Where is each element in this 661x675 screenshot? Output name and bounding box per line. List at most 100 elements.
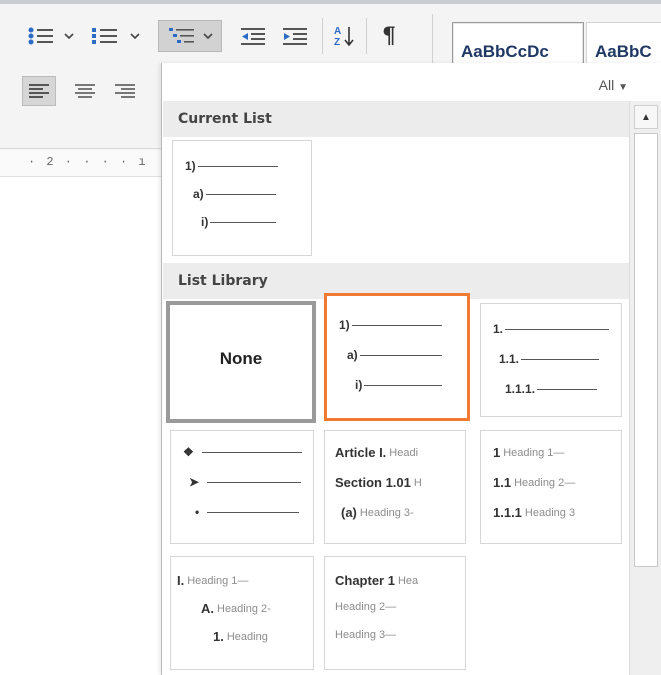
filter-label: All [598,77,615,93]
list-level-row: ➤ [189,475,302,489]
numbering-icon [92,28,117,44]
level-label: 1.1.1. [505,382,536,396]
bullets-button[interactable] [24,22,58,50]
list-tile-numbered-paren[interactable]: 1) a) i) [324,293,470,421]
chevron-down-icon [203,33,213,40]
level-heading: Heading 2- [217,602,271,615]
chevron-down-icon [64,33,74,40]
align-left-button[interactable] [22,76,56,106]
scrollbar-thumb[interactable] [634,133,658,567]
level-line [207,511,300,513]
level-label: 1.1 [493,475,512,490]
align-right-button[interactable] [108,76,142,106]
decrease-indent-button[interactable] [236,22,270,50]
list-tile-bullets[interactable]: ❖ ➤ • [170,430,314,544]
numbering-button[interactable] [88,22,122,50]
gallery-filter[interactable]: All ▼ [599,77,628,93]
ribbon-separator [322,18,323,54]
level-heading: Heading 2— [514,476,576,489]
list-level-row: 1.1 Heading 2— [493,475,575,490]
list-tile-none[interactable]: None [166,301,316,423]
list-level-row: A. Heading 2- [201,601,271,616]
level-label: 1. [213,629,224,644]
sort-icon: AZ [334,26,354,48]
section-title: List Library [178,273,268,289]
level-line [197,165,278,167]
list-level-row: (a) Heading 3- [341,505,414,520]
none-label: None [219,349,263,368]
level-heading: Heading 1— [503,446,565,459]
list-level-row: 1 Heading 1— [493,445,564,460]
increase-indent-button[interactable] [278,22,312,50]
level-label: a) [193,187,204,201]
level-line [537,388,598,390]
list-tile-current[interactable]: 1) a) i) [172,140,312,256]
level-label: i) [355,378,363,392]
arrow-bullet-icon: ➤ [189,475,200,489]
level-label: 1.1.1 [493,505,522,520]
level-line [505,328,610,330]
level-line [351,324,442,326]
level-line [521,358,600,360]
list-level-row: 1.1.1. [505,382,598,396]
list-tile-roman-heading[interactable]: I. Heading 1— A. Heading 2- 1. Heading [170,556,314,670]
svg-text:Z: Z [334,37,340,48]
level-heading: Heading 2— [335,601,397,613]
chevron-down-icon [130,33,140,40]
level-heading: Heading 3- [359,506,414,519]
section-title: Current List [178,111,272,127]
style-preview-text: AaBbCcDc [461,42,549,61]
level-heading: Heading 1— [187,574,249,587]
list-level-row: 1.1. [499,352,600,366]
align-center-button[interactable] [68,76,102,106]
multilevel-list-icon [169,28,194,43]
align-left-icon [29,84,49,98]
list-level-row: 1. Heading [213,629,268,644]
list-level-row: Heading 3— [335,629,396,641]
pilcrow-icon: ¶ [382,23,396,49]
level-label: 1 [493,445,501,460]
diamond-bullet-icon: ❖ [183,445,194,459]
numbering-dropdown[interactable] [128,22,142,50]
dot-bullet-icon: • [195,505,200,519]
svg-text:A: A [334,26,341,37]
bullets-icon [28,27,53,45]
scroll-up-button[interactable]: ▲ [634,105,658,129]
list-tile-article-section[interactable]: Article I. Headi Section 1.01 H (a) Heading… [324,430,466,544]
sort-button[interactable]: AZ [330,22,360,50]
level-label: a) [347,348,358,362]
list-level-row: a) [347,348,442,362]
horizontal-ruler: · 2 · · · · ı [0,150,161,177]
list-level-row: 1) [185,159,278,173]
list-level-row: 1. [493,322,610,336]
list-tile-heading-decimal[interactable]: 1 Heading 1— 1.1 Heading 2— 1.1.1 Heading 3 [480,430,622,544]
list-level-row: • [195,505,300,519]
decrease-indent-icon [241,28,265,45]
level-line [210,221,277,223]
level-line [359,354,442,356]
list-tile-chapter[interactable]: Chapter 1 Hea Heading 2— Heading 3— [324,556,466,670]
level-heading: Headi [389,446,419,459]
level-heading: Heading 3 [524,506,576,519]
level-label: Section 1.01 [335,475,411,490]
multilevel-list-button[interactable] [158,20,222,52]
style-preview-text: AaBbC [595,42,652,61]
level-heading: H [413,476,422,489]
level-line [364,384,443,386]
level-label: Chapter 1 [335,573,395,588]
level-line [207,481,302,483]
level-heading: Heading [226,630,268,643]
caret-down-icon: ▼ [618,82,628,93]
level-label: Article I. [335,445,387,460]
show-formatting-button[interactable]: ¶ [374,22,404,50]
list-tile-decimal[interactable]: 1. 1.1. 1.1.1. [480,303,622,417]
level-label: 1) [185,159,196,173]
level-label: 1) [339,318,350,332]
gallery-scrollbar[interactable]: ▲ [629,101,661,675]
level-label: A. [201,601,214,616]
bullets-dropdown[interactable] [62,22,76,50]
ribbon-separator [366,18,367,54]
level-heading: Heading 3— [335,629,397,641]
increase-indent-icon [283,28,307,45]
section-header-current: Current List [163,101,629,137]
